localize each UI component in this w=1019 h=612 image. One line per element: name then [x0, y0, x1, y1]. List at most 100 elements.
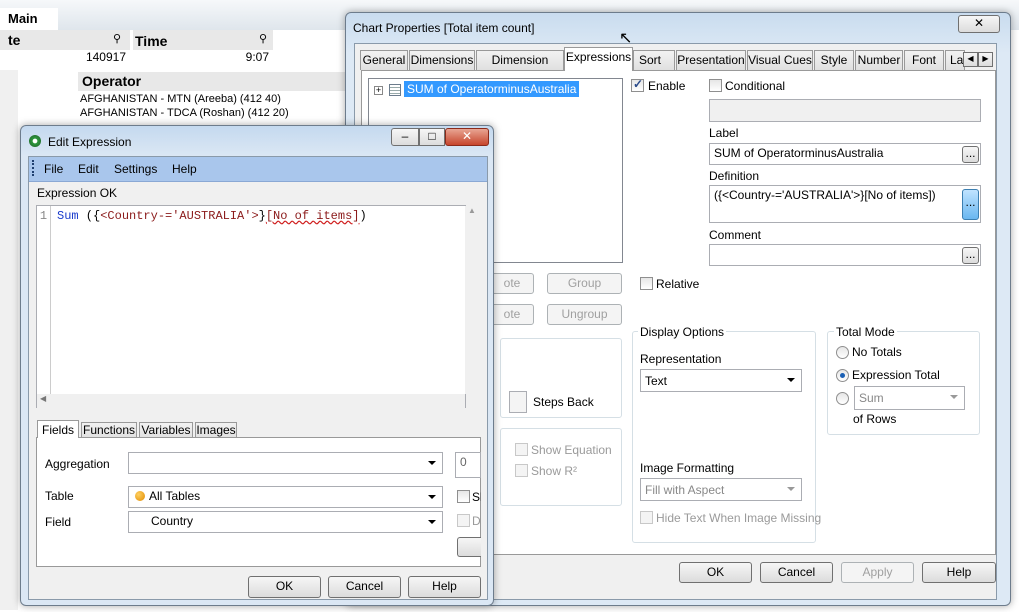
- chevron-down-icon: [787, 378, 795, 382]
- field-label: Field: [45, 515, 72, 529]
- total-mode-group: [827, 331, 980, 435]
- code-set-modifier: <Country-='AUSTRALIA'>: [100, 209, 259, 223]
- table-select[interactable]: All Tables: [128, 486, 443, 508]
- tab-sort[interactable]: Sort: [633, 50, 675, 70]
- tab-number[interactable]: Number: [855, 50, 903, 70]
- tab-images[interactable]: Images: [195, 422, 237, 438]
- mouse-cursor-icon: ↖: [619, 30, 633, 47]
- search-icon[interactable]: ⚲: [259, 32, 267, 45]
- image-formatting-select[interactable]: Fill with Aspect: [640, 478, 802, 501]
- tab-functions[interactable]: Functions: [81, 422, 137, 438]
- enable-checkbox[interactable]: [631, 77, 644, 92]
- operator-item[interactable]: AFGHANISTAN - TDCA (Roshan) (412 20): [80, 107, 289, 119]
- ok-button[interactable]: OK: [679, 562, 752, 583]
- chevron-down-icon: [428, 495, 436, 499]
- horizontal-scrollbar[interactable]: ◀: [37, 394, 465, 408]
- tab-general[interactable]: General: [360, 50, 408, 70]
- ok-button[interactable]: OK: [248, 576, 321, 598]
- sum-select[interactable]: Sum: [854, 386, 965, 410]
- paste-button[interactable]: [457, 537, 481, 557]
- window-title: Edit Expression: [48, 135, 132, 149]
- promote-button[interactable]: ote: [490, 273, 534, 294]
- demote-button[interactable]: ote: [490, 304, 534, 325]
- relative-checkbox[interactable]: [640, 277, 653, 290]
- tab-dimensions[interactable]: Dimensions: [409, 50, 475, 70]
- minimize-button[interactable]: –: [391, 128, 419, 146]
- conditional-checkbox[interactable]: [709, 79, 722, 92]
- tab-scroll-right-button[interactable]: ▶: [978, 52, 993, 67]
- tab-scroll-left-button[interactable]: ◀: [963, 52, 978, 67]
- display-checkbox[interactable]: [457, 514, 470, 527]
- no-totals-label: No Totals: [852, 345, 902, 359]
- of-rows-label: of Rows: [853, 412, 897, 426]
- maximize-button[interactable]: □: [419, 128, 445, 146]
- code-field: [No of items]: [265, 209, 360, 223]
- time-box-value[interactable]: 9:07: [133, 50, 273, 66]
- tab-fields[interactable]: Fields: [37, 420, 79, 438]
- chevron-down-icon: [787, 487, 795, 491]
- sheet-tab-main[interactable]: Main: [0, 8, 58, 30]
- group-button[interactable]: Group: [547, 273, 622, 294]
- tab-visual-cues[interactable]: Visual Cues: [747, 50, 813, 70]
- close-button[interactable]: ✕: [958, 15, 1000, 33]
- menubar-grip[interactable]: [32, 160, 35, 176]
- date-box-value[interactable]: 140917: [0, 50, 130, 66]
- comment-caption: Comment: [709, 228, 762, 242]
- display-options-title: Display Options: [638, 325, 727, 339]
- comment-ellipsis-button[interactable]: ...: [962, 247, 979, 264]
- expression-total-radio[interactable]: [836, 369, 849, 382]
- search-icon[interactable]: ⚲: [113, 32, 121, 45]
- apply-button[interactable]: Apply: [841, 562, 914, 583]
- menu-file[interactable]: File: [44, 162, 63, 176]
- tab-font[interactable]: Font: [904, 50, 944, 70]
- label-ellipsis-button[interactable]: ...: [962, 146, 979, 163]
- cancel-button[interactable]: Cancel: [328, 576, 401, 598]
- steps-back-spinner[interactable]: [509, 391, 527, 413]
- expand-icon[interactable]: +: [374, 86, 383, 95]
- show-system-fields-checkbox[interactable]: [457, 490, 470, 503]
- definition-caption: Definition: [709, 169, 760, 183]
- conditional-input[interactable]: [709, 99, 981, 122]
- expression-editor[interactable]: [36, 205, 466, 408]
- menu-help[interactable]: Help: [172, 162, 197, 176]
- tab-layout[interactable]: La: [945, 50, 965, 70]
- aggregation-number-input[interactable]: 0: [455, 452, 481, 478]
- field-select[interactable]: Country: [128, 511, 443, 533]
- sum-of-rows-radio[interactable]: [836, 392, 849, 405]
- ungroup-button[interactable]: Ungroup: [547, 304, 622, 325]
- aggregation-label: Aggregation: [45, 457, 110, 471]
- close-button[interactable]: ✕: [445, 128, 489, 146]
- representation-label: Representation: [640, 352, 722, 366]
- window-title: Chart Properties [Total item count]: [353, 21, 535, 35]
- help-button[interactable]: Help: [922, 562, 996, 583]
- tab-dimension-limits[interactable]: Dimension Limits: [476, 50, 564, 85]
- hide-text-checkbox[interactable]: [640, 511, 653, 524]
- label-input[interactable]: SUM of OperatorminusAustralia: [709, 143, 981, 165]
- expression-status: Expression OK: [37, 186, 118, 200]
- definition-ellipsis-button[interactable]: ...: [962, 189, 979, 220]
- operator-item[interactable]: AFGHANISTAN - MTN (Areeba) (412 40): [80, 93, 281, 105]
- definition-input[interactable]: ({<Country-='AUSTRALIA'>}[No of items]): [709, 185, 981, 223]
- show-r2-checkbox[interactable]: [515, 464, 528, 477]
- show-equation-checkbox[interactable]: [515, 443, 528, 456]
- comment-input[interactable]: [709, 244, 981, 266]
- menu-settings[interactable]: Settings: [114, 162, 157, 176]
- close-icon: ✕: [461, 129, 473, 143]
- date-box-title: te: [0, 30, 130, 50]
- aggregation-select[interactable]: [128, 452, 443, 474]
- tab-presentation[interactable]: Presentation: [676, 50, 746, 70]
- image-formatting-value: Fill with Aspect: [645, 483, 725, 497]
- tab-style[interactable]: Style: [814, 50, 854, 70]
- help-button[interactable]: Help: [408, 576, 481, 598]
- tab-variables[interactable]: Variables: [139, 422, 193, 438]
- image-formatting-label: Image Formatting: [640, 461, 735, 475]
- no-totals-radio[interactable]: [836, 346, 849, 359]
- chevron-down-icon: [428, 520, 436, 524]
- representation-select[interactable]: Text: [640, 369, 802, 392]
- vertical-scrollbar[interactable]: ▲: [465, 206, 479, 394]
- cancel-button[interactable]: Cancel: [760, 562, 833, 583]
- tab-expressions[interactable]: Expressions: [564, 47, 633, 71]
- label-caption: Label: [709, 126, 739, 140]
- expression-tree-item[interactable]: SUM of OperatorminusAustralia: [404, 81, 580, 97]
- menu-edit[interactable]: Edit: [78, 162, 99, 176]
